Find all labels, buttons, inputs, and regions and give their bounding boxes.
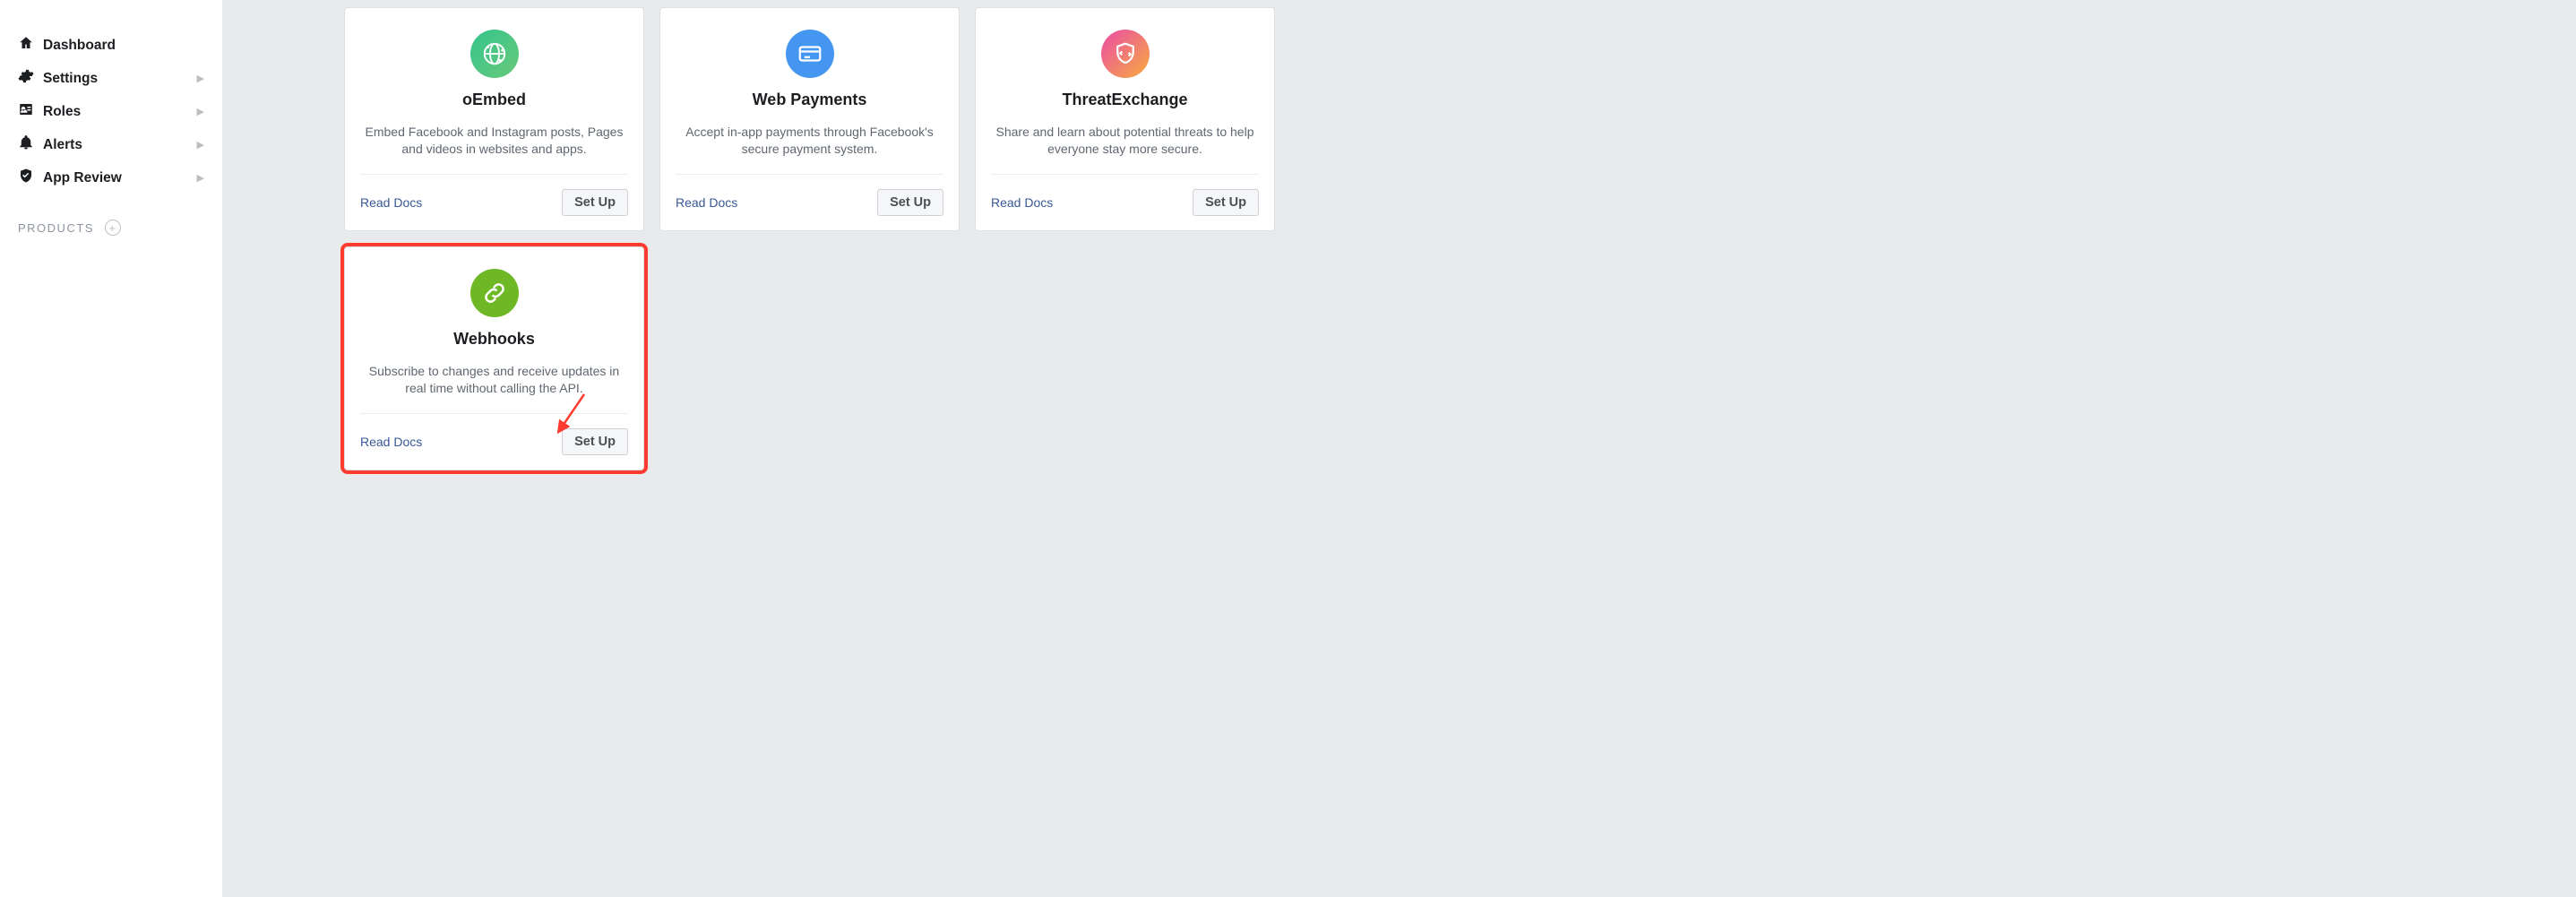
card-threatexchange: ThreatExchange Share and learn about pot… xyxy=(975,7,1275,231)
read-docs-link[interactable]: Read Docs xyxy=(360,435,422,449)
sidebar-item-label: Dashboard xyxy=(43,38,116,54)
card-description: Subscribe to changes and receive updates… xyxy=(360,363,628,397)
id-icon xyxy=(18,101,34,122)
shield-icon xyxy=(18,168,34,188)
chevron-right-icon: ▶ xyxy=(197,73,204,84)
sidebar-item-label: Alerts xyxy=(43,137,82,153)
setup-button[interactable]: Set Up xyxy=(877,189,943,216)
gear-icon xyxy=(18,68,34,89)
main-content: oEmbed Embed Facebook and Instagram post… xyxy=(222,0,2576,897)
chevron-right-icon: ▶ xyxy=(197,172,204,184)
bell-icon xyxy=(18,134,34,155)
card-webhooks: Webhooks Subscribe to changes and receiv… xyxy=(344,246,644,470)
card-title: oEmbed xyxy=(360,91,628,109)
link-icon xyxy=(470,269,519,317)
products-section-header: Products + xyxy=(13,194,210,241)
card-web-payments: Web Payments Accept in-app payments thro… xyxy=(659,7,960,231)
sidebar-item-label: Settings xyxy=(43,71,98,87)
home-icon xyxy=(18,35,34,56)
setup-button[interactable]: Set Up xyxy=(1193,189,1259,216)
card-description: Accept in-app payments through Facebook'… xyxy=(676,124,943,158)
setup-button[interactable]: Set Up xyxy=(562,189,628,216)
sidebar-item-dashboard[interactable]: Dashboard xyxy=(13,29,210,62)
card-icon xyxy=(786,30,834,78)
card-oembed: oEmbed Embed Facebook and Instagram post… xyxy=(344,7,644,231)
sidebar: Dashboard Settings ▶ Roles ▶ Alerts ▶ xyxy=(0,0,222,897)
read-docs-link[interactable]: Read Docs xyxy=(991,195,1053,210)
product-cards-grid: oEmbed Embed Facebook and Instagram post… xyxy=(344,7,1294,470)
setup-button[interactable]: Set Up xyxy=(562,428,628,455)
card-description: Share and learn about potential threats … xyxy=(991,124,1259,158)
sidebar-item-label: App Review xyxy=(43,170,122,186)
shield-trade-icon xyxy=(1101,30,1150,78)
read-docs-link[interactable]: Read Docs xyxy=(360,195,422,210)
card-title: Web Payments xyxy=(676,91,943,109)
card-description: Embed Facebook and Instagram posts, Page… xyxy=(360,124,628,158)
sidebar-item-settings[interactable]: Settings ▶ xyxy=(13,62,210,95)
products-label: Products xyxy=(18,221,94,235)
read-docs-link[interactable]: Read Docs xyxy=(676,195,737,210)
sidebar-item-app-review[interactable]: App Review ▶ xyxy=(13,161,210,194)
card-title: Webhooks xyxy=(360,330,628,349)
sidebar-item-roles[interactable]: Roles ▶ xyxy=(13,95,210,128)
globe-icon xyxy=(470,30,519,78)
add-product-button[interactable]: + xyxy=(105,220,121,236)
sidebar-item-label: Roles xyxy=(43,104,81,120)
chevron-right-icon: ▶ xyxy=(197,106,204,117)
sidebar-item-alerts[interactable]: Alerts ▶ xyxy=(13,128,210,161)
card-title: ThreatExchange xyxy=(991,91,1259,109)
chevron-right-icon: ▶ xyxy=(197,139,204,151)
